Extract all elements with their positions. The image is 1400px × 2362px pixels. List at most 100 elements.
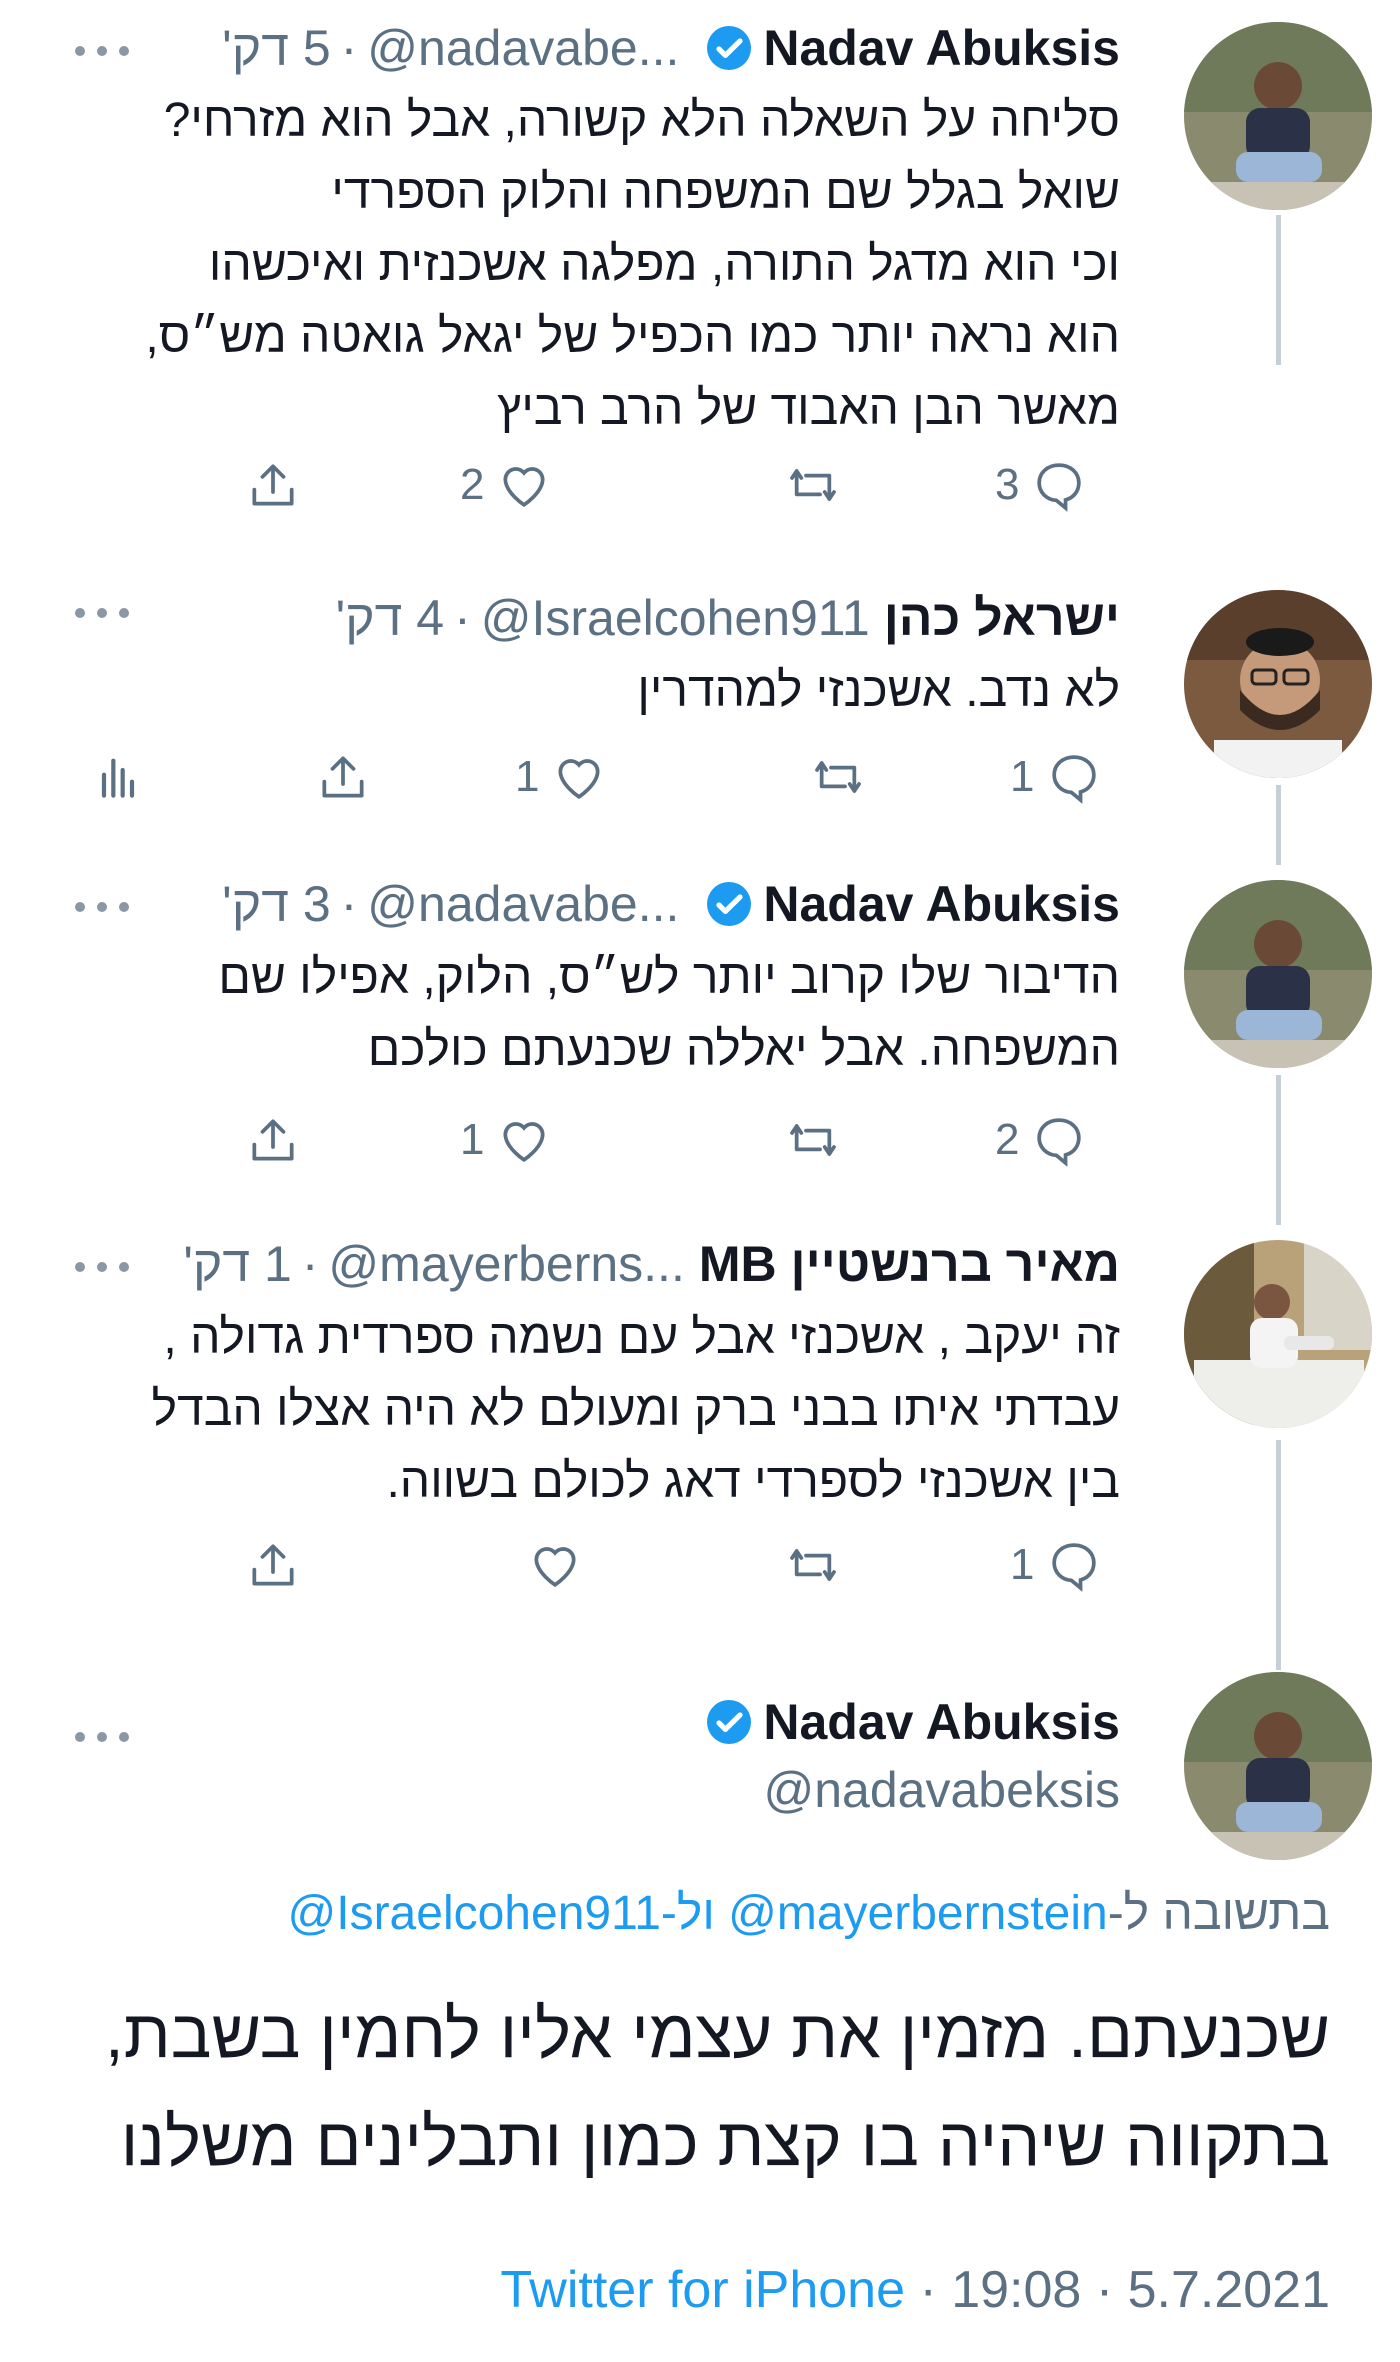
heart-icon bbox=[503, 1122, 546, 1163]
retweet-icon bbox=[790, 1549, 836, 1581]
reply-button[interactable]: 1 bbox=[1010, 737, 1102, 817]
tweet-time: 19:08 bbox=[951, 2261, 1082, 2319]
analytics-button[interactable] bbox=[90, 737, 146, 817]
source-link[interactable]: Twitter for iPhone bbox=[500, 2261, 905, 2319]
display-name[interactable]: ישראל כהן bbox=[884, 589, 1120, 647]
reply-count: 1 bbox=[1010, 752, 1035, 801]
verified-badge-icon bbox=[705, 880, 753, 928]
tweet-4[interactable]: מאיר ברנשטיין MB @mayerberns... · 1 דק' … bbox=[0, 1210, 1400, 1650]
reply-icon bbox=[1037, 1118, 1082, 1167]
tweet-actions: 1 1 bbox=[0, 737, 1400, 817]
tweet-actions: 1 bbox=[0, 1525, 1400, 1605]
text-line: וכי הוא מדגל התורה, מפלגה אשכנזית ואיכשה… bbox=[208, 238, 1120, 291]
separator-dot: · bbox=[919, 2261, 952, 2319]
display-name[interactable]: מאיר ברנשטיין MB bbox=[699, 1235, 1120, 1293]
handle[interactable]: @mayerberns... bbox=[328, 1235, 684, 1293]
reply-count: 1 bbox=[1010, 1540, 1035, 1589]
more-options-icon[interactable] bbox=[75, 894, 135, 914]
text-line: הדיבור שלו קרוב יותר לש״ס, הלוק, אפילו ש… bbox=[218, 951, 1120, 1004]
tweet-text: זה יעקב , אשכנזי אבל עם נשמה ספרדית גדול… bbox=[70, 1302, 1120, 1518]
reply-handle-link[interactable]: @mayerbernstein bbox=[728, 1887, 1108, 1940]
text-line: סליחה על השאלה הלא קשורה, אבל הוא מזרחי? bbox=[163, 94, 1120, 147]
retweet-button[interactable] bbox=[785, 445, 841, 525]
text-line: בתקווה שיהיה בו קצת כמון ותבלינים משלנו bbox=[120, 2104, 1330, 2180]
tweet-text: שכנעתם. מזמין את עצמי אליו לחמין בשבת, ב… bbox=[70, 1980, 1330, 2196]
display-name[interactable]: Nadav Abuksis bbox=[763, 19, 1120, 77]
handle[interactable]: @Israelcohen911 bbox=[481, 589, 870, 647]
text-line: שואל בגלל שם המשפחה והלוק הספרדי bbox=[331, 166, 1120, 219]
more-options-icon[interactable] bbox=[75, 600, 135, 620]
share-button[interactable] bbox=[245, 1525, 301, 1605]
reply-button[interactable]: 3 bbox=[995, 445, 1087, 525]
like-button[interactable]: 1 bbox=[460, 1100, 552, 1180]
share-button[interactable] bbox=[245, 445, 301, 525]
text-line: עבדתי איתו בבני ברק ומעולם לא היה אצלו ה… bbox=[151, 1383, 1120, 1436]
retweet-icon bbox=[790, 1124, 836, 1156]
timestamp[interactable]: 4 דק' bbox=[336, 589, 444, 647]
like-button[interactable]: 1 bbox=[515, 737, 607, 817]
timestamp[interactable]: 3 דק' bbox=[222, 875, 330, 933]
tweet-date: 5.7.2021 bbox=[1127, 2261, 1330, 2319]
analytics-icon bbox=[101, 758, 135, 798]
text-line: בין אשכנזי לספרדי דאג לכולם בשווה. bbox=[386, 1455, 1120, 1508]
separator-dot: · bbox=[340, 20, 358, 76]
separator-dot: · bbox=[340, 876, 358, 932]
avatar[interactable] bbox=[1184, 1240, 1372, 1428]
handle[interactable]: @nadavabeksis bbox=[763, 1761, 1120, 1819]
reply-button[interactable]: 2 bbox=[995, 1100, 1087, 1180]
avatar[interactable] bbox=[1184, 22, 1372, 210]
retweet-button[interactable] bbox=[810, 737, 866, 817]
avatar[interactable] bbox=[1184, 1672, 1372, 1860]
tweet-3[interactable]: Nadav Abuksis @nadavabe... · 3 דק' הדיבו… bbox=[0, 850, 1400, 1210]
reply-button[interactable]: 1 bbox=[1010, 1525, 1102, 1605]
heart-icon bbox=[503, 467, 546, 508]
tweet-text: הדיבור שלו קרוב יותר לש״ס, הלוק, אפילו ש… bbox=[70, 942, 1120, 1086]
timestamp[interactable]: 1 דק' bbox=[183, 1235, 291, 1293]
tweet-header: Nadav Abuksis bbox=[70, 1692, 1120, 1752]
reply-prefix: בתשובה ל- bbox=[1107, 1887, 1330, 1940]
tweet-header: Nadav Abuksis @nadavabe... · 5 דק' bbox=[70, 18, 1120, 78]
timestamp[interactable]: 5 דק' bbox=[222, 19, 330, 77]
tweet-header: Nadav Abuksis @nadavabe... · 3 דק' bbox=[70, 874, 1120, 934]
retweet-button[interactable] bbox=[785, 1525, 841, 1605]
heart-icon bbox=[558, 759, 601, 800]
more-options-icon[interactable] bbox=[75, 1254, 135, 1274]
retweet-button[interactable] bbox=[785, 1100, 841, 1180]
verified-badge-icon bbox=[705, 1698, 753, 1746]
tweet-text: סליחה על השאלה הלא קשורה, אבל הוא מזרחי?… bbox=[70, 85, 1120, 445]
main-tweet: Nadav Abuksis @nadavabeksis בתשובה ל-@ma… bbox=[0, 1650, 1400, 2362]
like-button[interactable]: 2 bbox=[460, 445, 552, 525]
share-icon bbox=[252, 1544, 294, 1586]
retweet-icon bbox=[815, 761, 861, 793]
separator-dot: · bbox=[1095, 2261, 1128, 2319]
share-icon bbox=[252, 1119, 294, 1161]
reply-handle-link[interactable]: @Israelcohen911 bbox=[288, 1887, 661, 1940]
text-line: זה יעקב , אשכנזי אבל עם נשמה ספרדית גדול… bbox=[163, 1311, 1120, 1364]
like-button[interactable] bbox=[515, 1525, 583, 1605]
handle-row: @nadavabeksis bbox=[70, 1760, 1120, 1820]
reply-icon bbox=[1052, 755, 1097, 804]
reply-icon bbox=[1037, 463, 1082, 512]
share-icon bbox=[252, 464, 294, 506]
display-name[interactable]: Nadav Abuksis bbox=[763, 1693, 1120, 1751]
share-button[interactable] bbox=[245, 1100, 301, 1180]
more-options-icon[interactable] bbox=[75, 38, 135, 58]
handle[interactable]: @nadavabe... bbox=[367, 875, 679, 933]
tweet-2[interactable]: ישראל כהן @Israelcohen911 · 4 דק' לא נדב… bbox=[0, 560, 1400, 850]
separator-dot: · bbox=[454, 590, 471, 646]
share-button[interactable] bbox=[315, 737, 371, 817]
text-line: שכנעתם. מזמין את עצמי אליו לחמין בשבת, bbox=[104, 1996, 1330, 2072]
handle[interactable]: @nadavabe... bbox=[367, 19, 679, 77]
text-line: מאשר הבן האבוד של הרב רביץ bbox=[497, 382, 1120, 435]
avatar[interactable] bbox=[1184, 880, 1372, 1068]
like-count: 2 bbox=[460, 460, 485, 509]
share-icon bbox=[322, 756, 364, 798]
more-options-icon[interactable] bbox=[75, 1724, 135, 1744]
reply-count: 2 bbox=[995, 1115, 1020, 1164]
tweet-1[interactable]: Nadav Abuksis @nadavabe... · 5 דק' סליחה… bbox=[0, 0, 1400, 560]
verified-badge-icon bbox=[705, 24, 753, 72]
tweet-meta: Twitter for iPhone · 19:08 · 5.7.2021 bbox=[0, 2260, 1330, 2320]
reply-count: 3 bbox=[995, 460, 1020, 509]
text-line: המשפחה. אבל יאללה שכנעתם כולכם bbox=[367, 1023, 1120, 1076]
display-name[interactable]: Nadav Abuksis bbox=[763, 875, 1120, 933]
